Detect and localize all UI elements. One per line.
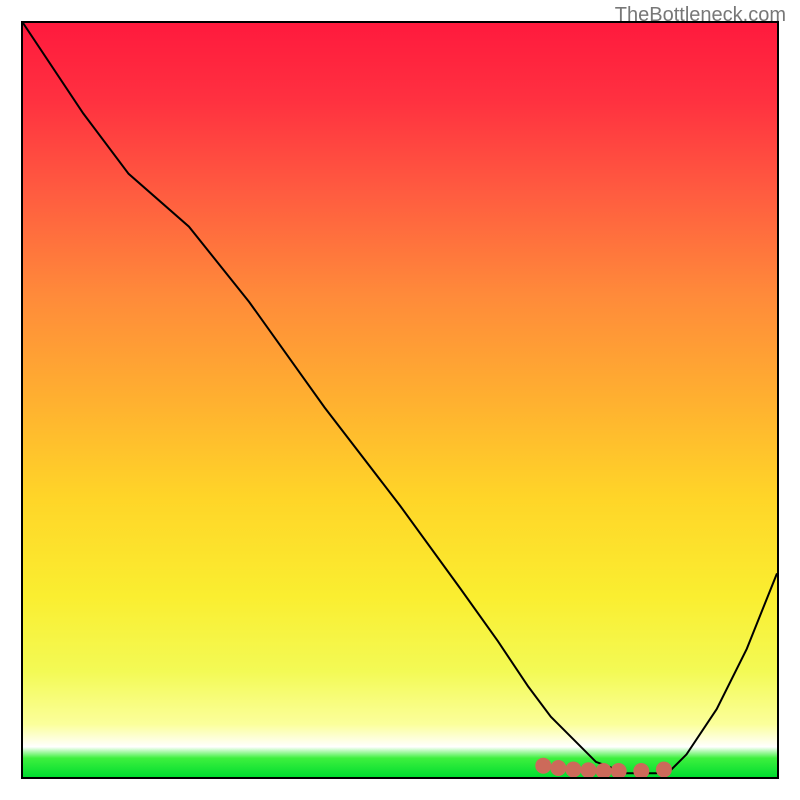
chart-plot-area [21, 21, 779, 779]
optimal-marker-dot [581, 762, 597, 777]
optimal-marker-dot [565, 762, 581, 778]
optimal-marker-dot [611, 763, 627, 777]
chart-svg [23, 23, 777, 777]
optimal-marker-dot [535, 758, 551, 774]
bottleneck-curve-path [23, 23, 777, 773]
optimal-marker-dot [656, 762, 672, 778]
optimal-marker-dot [550, 760, 566, 776]
optimal-marker-dot [596, 763, 612, 777]
watermark-text: TheBottleneck.com [615, 4, 786, 27]
optimal-marker-dot [633, 763, 649, 777]
